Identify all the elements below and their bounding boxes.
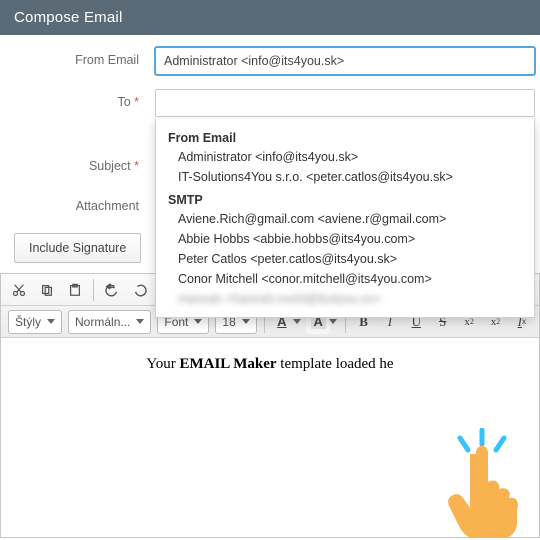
body-text: template loaded he [277, 356, 394, 372]
undo-icon[interactable] [99, 278, 125, 302]
dropdown-option[interactable]: IT-Solutions4You s.r.o. <peter.catlos@it… [156, 167, 534, 187]
label-subject: Subject * [0, 153, 155, 179]
dropdown-option[interactable]: Abbie Hobbs <abbie.hobbs@its4you.com> [156, 229, 534, 249]
editor-body[interactable]: Your EMAIL Maker template loaded he [0, 338, 540, 538]
dropdown-option[interactable]: Aviene.Rich@gmail.com <aviene.r@gmail.co… [156, 209, 534, 229]
label-to: To * [0, 89, 155, 115]
dropdown-option[interactable]: Conor Mitchell <conor.mitchell@its4you.c… [156, 269, 534, 289]
include-signature-button[interactable]: Include Signature [14, 233, 141, 263]
dropdown-group-header: From Email [156, 125, 534, 147]
dropdown-group-header: SMTP [156, 187, 534, 209]
label-from-email: From Email [0, 47, 155, 73]
from-email-dropdown: From Email Administrator <info@its4you.s… [155, 119, 535, 318]
redo-icon[interactable] [127, 278, 153, 302]
body-text-bold: EMAIL Maker [179, 356, 276, 372]
chevron-down-icon[interactable] [293, 319, 301, 324]
required-marker: * [134, 159, 139, 173]
body-text: Your [146, 356, 179, 372]
dropdown-option[interactable]: Administrator <info@its4you.sk> [156, 147, 534, 167]
copy-icon[interactable] [34, 278, 60, 302]
window-title: Compose Email [0, 0, 540, 35]
dropdown-option-blurred[interactable]: Hannah <hannah.mohl@its4you.sn> [156, 289, 534, 309]
cut-icon[interactable] [6, 278, 32, 302]
chevron-down-icon [242, 319, 250, 324]
chevron-down-icon [136, 319, 144, 324]
label-attachment: Attachment [0, 193, 155, 219]
from-email-select[interactable]: Administrator <info@its4you.sk> [155, 47, 535, 75]
paste-icon[interactable] [62, 278, 88, 302]
chevron-down-icon [194, 319, 202, 324]
dropdown-option[interactable]: Peter Catlos <peter.catlos@its4you.sk> [156, 249, 534, 269]
compose-form: From Email Administrator <info@its4you.s… [0, 35, 540, 263]
to-input[interactable] [155, 89, 535, 117]
chevron-down-icon [47, 319, 55, 324]
combo-format[interactable]: Normáln... [68, 310, 151, 334]
combo-styles[interactable]: Štýly [8, 310, 62, 334]
chevron-down-icon[interactable] [329, 319, 337, 324]
required-marker: * [134, 95, 139, 109]
